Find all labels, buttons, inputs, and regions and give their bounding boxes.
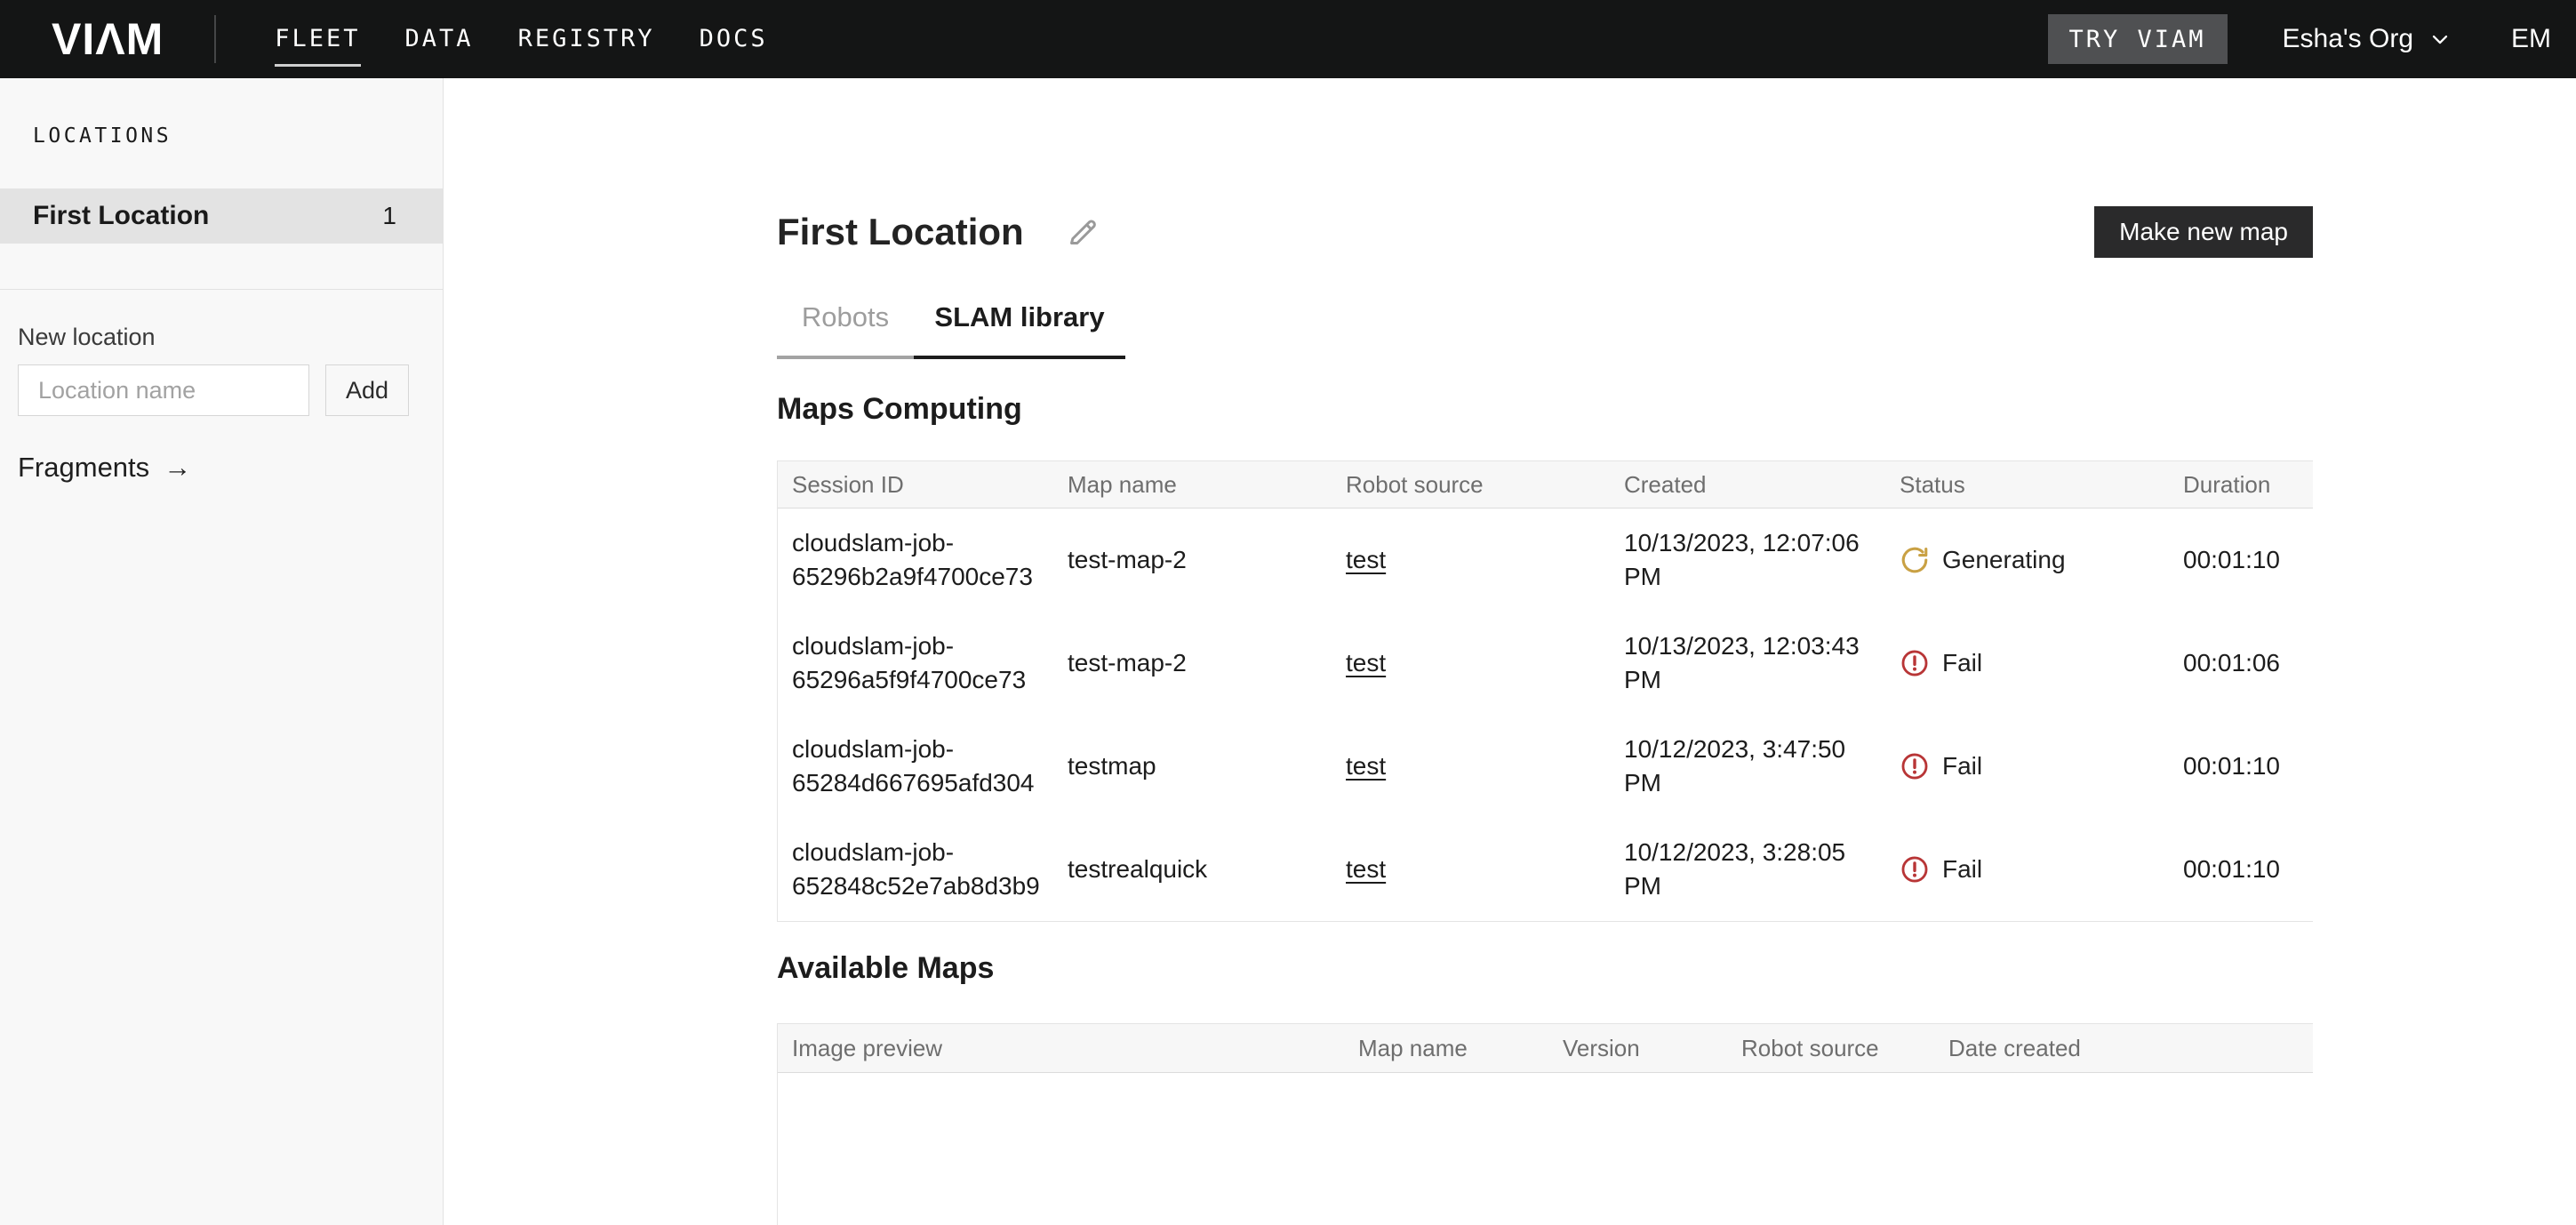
maps-computing-body: cloudslam-job-65296b2a9f4700ce73 test-ma… bbox=[778, 508, 2313, 922]
error-icon bbox=[1900, 854, 1930, 885]
column-image-preview: Image preview bbox=[792, 1035, 1358, 1062]
maps-computing-header-row: Session ID Map name Robot source Created… bbox=[778, 460, 2313, 508]
arrow-right-icon: → bbox=[164, 452, 191, 484]
location-name: First Location bbox=[33, 201, 209, 231]
duration-cell: 00:01:10 bbox=[2183, 543, 2313, 577]
location-name-input[interactable] bbox=[18, 364, 309, 416]
nav-link-fleet[interactable]: FLEET bbox=[275, 0, 360, 78]
nav-link-data[interactable]: DATA bbox=[405, 0, 474, 78]
status-label: Generating bbox=[1942, 543, 2066, 577]
column-version: Version bbox=[1563, 1035, 1741, 1062]
robot-source-link[interactable]: test bbox=[1346, 752, 1386, 780]
status-cell: Fail bbox=[1900, 749, 2183, 783]
chevron-down-icon bbox=[2428, 27, 2452, 52]
session-id-cell: cloudslam-job-65284d667695afd304 bbox=[792, 733, 1068, 800]
sidebar-item-first-location[interactable]: First Location 1 bbox=[0, 188, 443, 244]
status-cell: Fail bbox=[1900, 853, 2183, 886]
created-cell: 10/13/2023, 12:03:43 PM bbox=[1624, 629, 1900, 697]
tab-slam-library[interactable]: SLAM library bbox=[914, 300, 1125, 359]
session-id-cell: cloudslam-job-65296a5f9f4700ce73 bbox=[792, 629, 1068, 697]
map-name-cell: testmap bbox=[1068, 749, 1346, 783]
error-icon bbox=[1900, 648, 1930, 678]
status-cell: Generating bbox=[1900, 543, 2183, 577]
tab-robots[interactable]: Robots bbox=[777, 300, 914, 359]
available-maps-table: Image preview Map name Version Robot sou… bbox=[777, 1023, 2313, 1225]
nav-divider bbox=[214, 15, 216, 63]
org-switcher[interactable]: Esha's Org bbox=[2283, 24, 2452, 54]
column-session-id: Session ID bbox=[792, 471, 1068, 499]
new-location-form: Add bbox=[18, 364, 425, 416]
robot-source-link[interactable]: test bbox=[1346, 649, 1386, 677]
make-new-map-button[interactable]: Make new map bbox=[2094, 206, 2313, 258]
duration-cell: 00:01:06 bbox=[2183, 646, 2313, 680]
column-robot-source: Robot source bbox=[1346, 471, 1624, 499]
new-location-label: New location bbox=[18, 324, 443, 351]
map-name-cell: test-map-2 bbox=[1068, 646, 1346, 680]
nav-link-registry[interactable]: REGISTRY bbox=[518, 0, 655, 78]
top-nav: VIΛM FLEET DATA REGISTRY DOCS TRY VIAM E… bbox=[0, 0, 2576, 78]
nav-link-docs[interactable]: DOCS bbox=[700, 0, 768, 78]
try-viam-button[interactable]: TRY VIAM bbox=[2048, 14, 2228, 64]
column-duration: Duration bbox=[2183, 471, 2313, 499]
available-maps-empty-body bbox=[778, 1073, 2313, 1225]
column-robot-source: Robot source bbox=[1741, 1035, 1948, 1062]
locations-sidebar: LOCATIONS First Location 1 New location … bbox=[0, 78, 444, 1225]
page-title: First Location bbox=[777, 206, 1024, 258]
tab-bar: Robots SLAM library bbox=[777, 300, 2313, 359]
fragments-link[interactable]: Fragments → bbox=[18, 452, 191, 484]
maps-computing-heading: Maps Computing bbox=[777, 393, 2313, 425]
viam-logo[interactable]: VIΛM bbox=[52, 13, 164, 65]
refresh-icon bbox=[1900, 545, 1930, 575]
error-icon bbox=[1900, 751, 1930, 781]
created-cell: 10/12/2023, 3:47:50 PM bbox=[1624, 733, 1900, 800]
robot-source-link[interactable]: test bbox=[1346, 855, 1386, 883]
available-maps-heading: Available Maps bbox=[777, 952, 2313, 984]
map-name-cell: test-map-2 bbox=[1068, 543, 1346, 577]
user-avatar[interactable]: EM bbox=[2511, 24, 2551, 54]
column-created: Created bbox=[1624, 471, 1900, 499]
table-row: cloudslam-job-65296a5f9f4700ce73 test-ma… bbox=[778, 612, 2313, 715]
map-name-cell: testrealquick bbox=[1068, 853, 1346, 886]
table-row: cloudslam-job-65296b2a9f4700ce73 test-ma… bbox=[778, 508, 2313, 612]
table-row: cloudslam-job-652848c52e7ab8d3b9 testrea… bbox=[778, 818, 2313, 921]
page-header: First Location Make new map bbox=[777, 206, 2313, 258]
session-id-cell: cloudslam-job-65296b2a9f4700ce73 bbox=[792, 526, 1068, 594]
column-date-created: Date created bbox=[1948, 1035, 2313, 1062]
column-map-name: Map name bbox=[1068, 471, 1346, 499]
table-row: cloudslam-job-65284d667695afd304 testmap… bbox=[778, 715, 2313, 818]
fragments-label: Fragments bbox=[18, 452, 149, 484]
duration-cell: 00:01:10 bbox=[2183, 853, 2313, 886]
org-name: Esha's Org bbox=[2283, 24, 2413, 54]
column-status: Status bbox=[1900, 471, 2183, 499]
locations-heading: LOCATIONS bbox=[0, 78, 443, 148]
status-label: Fail bbox=[1942, 853, 1982, 886]
status-cell: Fail bbox=[1900, 646, 2183, 680]
duration-cell: 00:01:10 bbox=[2183, 749, 2313, 783]
column-map-name: Map name bbox=[1358, 1035, 1563, 1062]
status-label: Fail bbox=[1942, 749, 1982, 783]
primary-nav: FLEET DATA REGISTRY DOCS bbox=[275, 0, 767, 78]
maps-computing-table: Session ID Map name Robot source Created… bbox=[777, 460, 2313, 922]
session-id-cell: cloudslam-job-652848c52e7ab8d3b9 bbox=[792, 836, 1068, 903]
sidebar-divider bbox=[0, 289, 443, 290]
edit-pencil-icon[interactable] bbox=[1065, 214, 1100, 250]
created-cell: 10/12/2023, 3:28:05 PM bbox=[1624, 836, 1900, 903]
status-label: Fail bbox=[1942, 646, 1982, 680]
add-location-button[interactable]: Add bbox=[325, 364, 409, 416]
created-cell: 10/13/2023, 12:07:06 PM bbox=[1624, 526, 1900, 594]
available-maps-header-row: Image preview Map name Version Robot sou… bbox=[778, 1023, 2313, 1073]
location-count-badge: 1 bbox=[382, 202, 396, 230]
main-content: First Location Make new map Robots SLAM … bbox=[444, 78, 2576, 1225]
robot-source-link[interactable]: test bbox=[1346, 546, 1386, 573]
